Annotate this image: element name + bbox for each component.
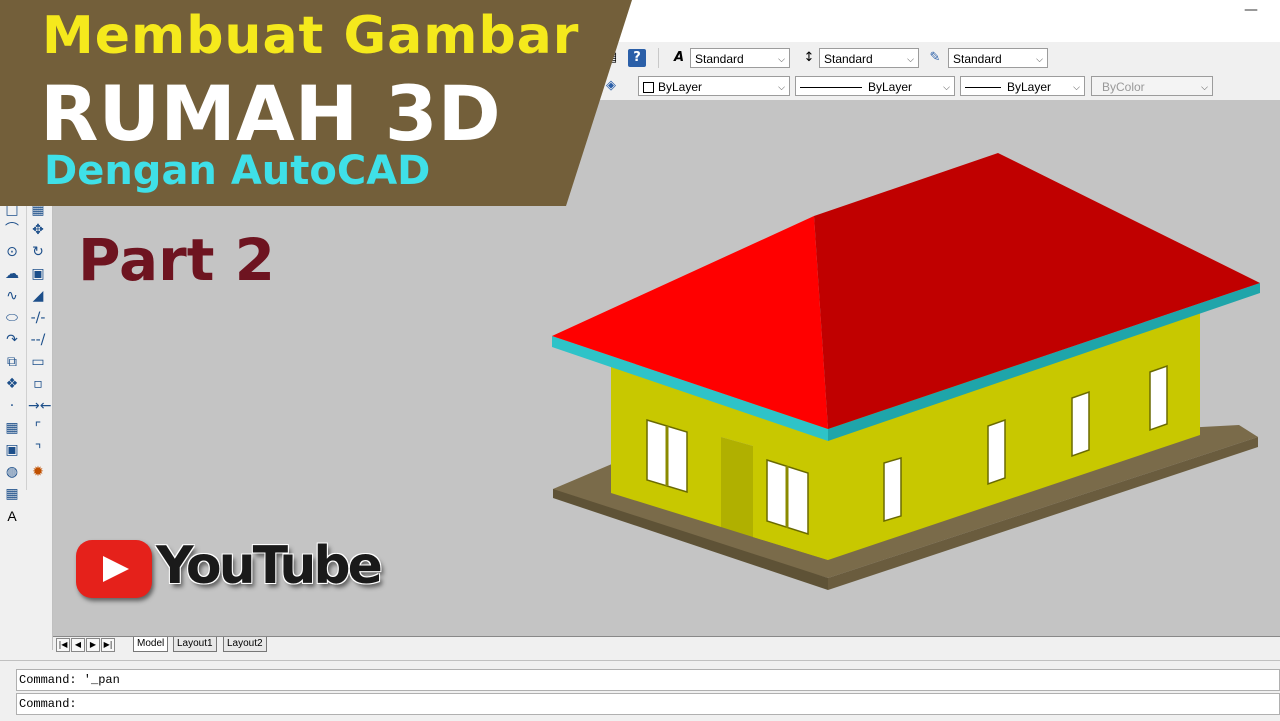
text-style-value: Standard xyxy=(695,52,744,66)
tab-model[interactable]: Model xyxy=(133,637,169,652)
chamfer-icon[interactable]: ⌜ xyxy=(28,418,48,438)
gradient-icon[interactable]: ▣ xyxy=(2,440,22,460)
banner-title-line3: Dengan AutoCAD xyxy=(44,148,431,194)
table-style-icon[interactable]: ✎ xyxy=(926,49,944,67)
command-history: Command: '_pan xyxy=(16,669,1280,691)
command-window: Command: '_pan Command: xyxy=(0,660,1280,721)
separator xyxy=(658,48,659,68)
chevron-down-icon: ⌵ xyxy=(1036,54,1043,64)
scale-icon[interactable]: ▣ xyxy=(28,264,48,284)
circle-icon[interactable]: ⊙ xyxy=(2,242,22,262)
lineweight-value: ByLayer xyxy=(1007,80,1052,94)
part-label: Part 2 xyxy=(78,226,275,294)
banner-title-line1: Membuat Gambar xyxy=(42,6,580,66)
text-style-select[interactable]: Standard ⌵ xyxy=(690,48,790,68)
region-icon[interactable]: ◍ xyxy=(2,462,22,482)
layout-tabs: |◀ ◀ ▶ ▶| Model Layout1 Layout2 xyxy=(53,636,1280,653)
mtext-icon[interactable]: A xyxy=(2,506,22,526)
make-block-icon[interactable]: ❖ xyxy=(2,374,22,394)
tab-layout1[interactable]: Layout1 xyxy=(173,637,217,652)
banner-title-line2: RUMAH 3D xyxy=(40,69,501,158)
command-input[interactable]: Command: xyxy=(16,693,1280,715)
styles-toolbar: ▤ ? A Standard⌵ ↕ Standard⌵ ✎ Standard⌵ xyxy=(600,44,1280,73)
table-icon[interactable]: ▦ xyxy=(2,484,22,504)
text-style-icon[interactable]: A xyxy=(670,49,688,67)
chevron-down-icon: ⌵ xyxy=(907,54,914,64)
chevron-down-icon: ⌵ xyxy=(778,82,785,92)
separator xyxy=(26,200,27,490)
break-at-point-icon[interactable]: ▫ xyxy=(28,374,48,394)
fillet-icon[interactable]: ⌝ xyxy=(28,440,48,460)
youtube-wordmark: YouTube xyxy=(156,536,383,596)
dim-style-value: Standard xyxy=(824,52,873,66)
insert-block-icon[interactable]: ⧉ xyxy=(2,352,22,372)
table-style-value: Standard xyxy=(953,52,1002,66)
line-sample xyxy=(800,87,862,89)
color-select[interactable]: ByLayer ⌵ xyxy=(638,76,790,96)
explode-icon[interactable]: ✹ xyxy=(28,462,48,482)
stretch-icon[interactable]: ◢ xyxy=(28,286,48,306)
spline-icon[interactable]: ∿ xyxy=(2,286,22,306)
arc-icon[interactable]: ⌒ xyxy=(2,220,22,240)
minimize-icon[interactable]: — xyxy=(1244,2,1258,18)
door-recess xyxy=(721,437,753,537)
linetype-select[interactable]: ByLayer ⌵ xyxy=(795,76,955,96)
lineweight-select[interactable]: ByLayer ⌵ xyxy=(960,76,1085,96)
tab-layout2[interactable]: Layout2 xyxy=(223,637,267,652)
chevron-down-icon: ⌵ xyxy=(1073,82,1080,92)
dim-style-icon[interactable]: ↕ xyxy=(800,49,818,67)
draw-modify-toolbars: □ ⌒ ⊙ ☁ ∿ ⬭ ↷ ⧉ ❖ · ▦ ▣ ◍ ▦ A ▦ ✥ ↻ ▣ ◢ … xyxy=(0,200,53,650)
table-style-select[interactable]: Standard ⌵ xyxy=(948,48,1048,68)
line-sample xyxy=(965,87,1001,89)
chevron-down-icon: ⌵ xyxy=(943,82,950,92)
dim-style-select[interactable]: Standard ⌵ xyxy=(819,48,919,68)
hatch-icon[interactable]: ▦ xyxy=(2,418,22,438)
plot-style-select: ByColor ⌵ xyxy=(1091,76,1213,96)
first-tab-icon[interactable]: |◀ xyxy=(56,638,70,652)
extend-icon[interactable]: --/ xyxy=(28,330,48,350)
plot-style-value: ByColor xyxy=(1102,80,1145,94)
prev-tab-icon[interactable]: ◀ xyxy=(71,638,85,652)
revcloud-icon[interactable]: ☁ xyxy=(2,264,22,284)
color-swatch xyxy=(643,82,654,94)
color-value: ByLayer xyxy=(658,80,703,94)
youtube-logo xyxy=(76,540,152,598)
next-tab-icon[interactable]: ▶ xyxy=(86,638,100,652)
move-icon[interactable]: ✥ xyxy=(28,220,48,240)
point-icon[interactable]: · xyxy=(2,396,22,416)
chevron-down-icon: ⌵ xyxy=(778,54,785,64)
rotate-icon[interactable]: ↻ xyxy=(28,242,48,262)
join-icon[interactable]: →← xyxy=(28,396,51,416)
properties-toolbar: ◈ ByLayer ⌵ ByLayer ⌵ ByLayer ⌵ ByColor ⌵ xyxy=(600,72,1280,100)
play-icon xyxy=(103,556,129,582)
ellipse-icon[interactable]: ⬭ xyxy=(2,308,22,328)
ellipse-arc-icon[interactable]: ↷ xyxy=(2,330,22,350)
linetype-value: ByLayer xyxy=(868,80,913,94)
last-tab-icon[interactable]: ▶| xyxy=(101,638,115,652)
break-icon[interactable]: ▭ xyxy=(28,352,48,372)
trim-icon[interactable]: -/- xyxy=(28,308,48,328)
chevron-down-icon: ⌵ xyxy=(1201,82,1208,92)
